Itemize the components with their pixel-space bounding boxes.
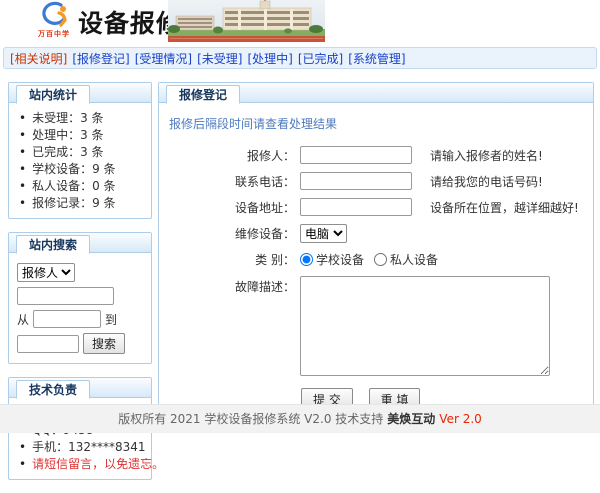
nav-item-acceptance-status[interactable]: [受理情况] [135, 50, 192, 67]
device-select[interactable]: 电脑 [300, 224, 347, 243]
phone-hint: 请给我您的电话号码! [430, 173, 543, 190]
address-label: 设备地址： [159, 199, 295, 216]
app-header: 万百中学 设备报修系统 [0, 0, 600, 42]
stat-item-repair-records: 报修记录：9 条 [19, 195, 145, 212]
stats-box: 站内统计 未受理：3 条 处理中：3 条 已完成：3 条 学校设备：9 条 私人… [8, 82, 152, 219]
search-box-title: 站内搜索 [16, 235, 90, 254]
nav-item-repair-register[interactable]: [报修登记] [72, 50, 129, 67]
result-notice: 报修后隔段时间请查看处理结果 [169, 115, 593, 132]
reporter-label: 报修人： [159, 147, 295, 164]
stat-item-private-device: 私人设备：0 条 [19, 178, 145, 195]
stat-item-school-device: 学校设备：9 条 [19, 161, 145, 178]
repair-form-header: 报修登记 [159, 83, 593, 103]
nav-item-processing[interactable]: [处理中] [248, 50, 293, 67]
search-field-select[interactable]: 报修人 [17, 263, 75, 282]
search-date-from-input[interactable] [33, 310, 101, 328]
main-nav: [相关说明] [报修登记] [受理情况] [未受理] [处理中] [已完成] [… [3, 47, 597, 69]
page-footer: 版权所有 2021 学校设备报修系统 V2.0 技术支持美焕互动 Ver 2.0 [0, 404, 600, 433]
category-option-private[interactable]: 私人设备 [390, 251, 438, 268]
address-hint: 设备所在位置，越详细越好! [430, 199, 579, 216]
tech-support-company: 美焕互动 [387, 412, 435, 426]
stat-item-processing: 处理中：3 条 [19, 127, 145, 144]
category-radio-school[interactable] [300, 253, 313, 266]
nav-item-completed[interactable]: [已完成] [298, 50, 343, 67]
description-textarea[interactable] [300, 276, 550, 376]
phone-label: 联系电话： [159, 173, 295, 190]
search-from-label: 从 [17, 311, 29, 328]
version-label: Ver 2.0 [439, 412, 482, 426]
search-to-label: 到 [105, 311, 117, 328]
stats-list: 未受理：3 条 处理中：3 条 已完成：3 条 学校设备：9 条 私人设备：0 … [9, 103, 151, 218]
search-box: 站内搜索 报修人 从 到 搜索 [8, 232, 152, 364]
address-input[interactable] [300, 198, 412, 216]
search-box-header: 站内搜索 [9, 233, 151, 253]
main-column: 报修登记 报修后隔段时间请查看处理结果 报修人： 请输入报修者的姓名! 联系电话… [158, 82, 594, 422]
category-radio-private[interactable] [374, 253, 387, 266]
repair-form-tab: 报修登记 [166, 85, 240, 104]
school-logo: 万百中学 [30, 1, 78, 38]
stats-box-header: 站内统计 [9, 83, 151, 103]
stat-item-pending: 未受理：3 条 [19, 110, 145, 127]
school-logo-icon [34, 1, 74, 27]
repair-form: 报修人： 请输入报修者的姓名! 联系电话： 请给我您的电话号码! 设备地址： 设… [159, 146, 593, 411]
category-label: 类 别： [159, 251, 295, 268]
search-keyword-input[interactable] [17, 287, 114, 305]
category-option-school[interactable]: 学校设备 [316, 251, 364, 268]
tech-box-title: 技术负责 [16, 380, 90, 399]
nav-item-instructions[interactable]: [相关说明] [10, 50, 67, 67]
description-label: 故障描述： [159, 278, 295, 295]
tech-item-warning: 请短信留言，以免遗忘。 [19, 456, 145, 473]
search-date-to-input[interactable] [17, 335, 79, 353]
repair-form-panel: 报修登记 报修后隔段时间请查看处理结果 报修人： 请输入报修者的姓名! 联系电话… [158, 82, 594, 422]
reporter-hint: 请输入报修者的姓名! [430, 147, 543, 164]
copyright-text: 版权所有 2021 学校设备报修系统 V2.0 技术支持 [118, 412, 383, 426]
phone-input[interactable] [300, 172, 412, 190]
stat-item-completed: 已完成：3 条 [19, 144, 145, 161]
search-button[interactable]: 搜索 [83, 333, 125, 354]
school-badge-text: 万百中学 [30, 30, 78, 38]
device-label: 维修设备： [159, 225, 295, 242]
nav-item-system-admin[interactable]: [系统管理] [348, 50, 405, 67]
nav-item-pending[interactable]: [未受理] [197, 50, 242, 67]
tech-item-phone: 手机：132****8341 [19, 439, 145, 456]
tech-box-header: 技术负责 [9, 378, 151, 398]
reporter-input[interactable] [300, 146, 412, 164]
school-photo [168, 0, 325, 42]
stats-box-title: 站内统计 [16, 85, 90, 104]
